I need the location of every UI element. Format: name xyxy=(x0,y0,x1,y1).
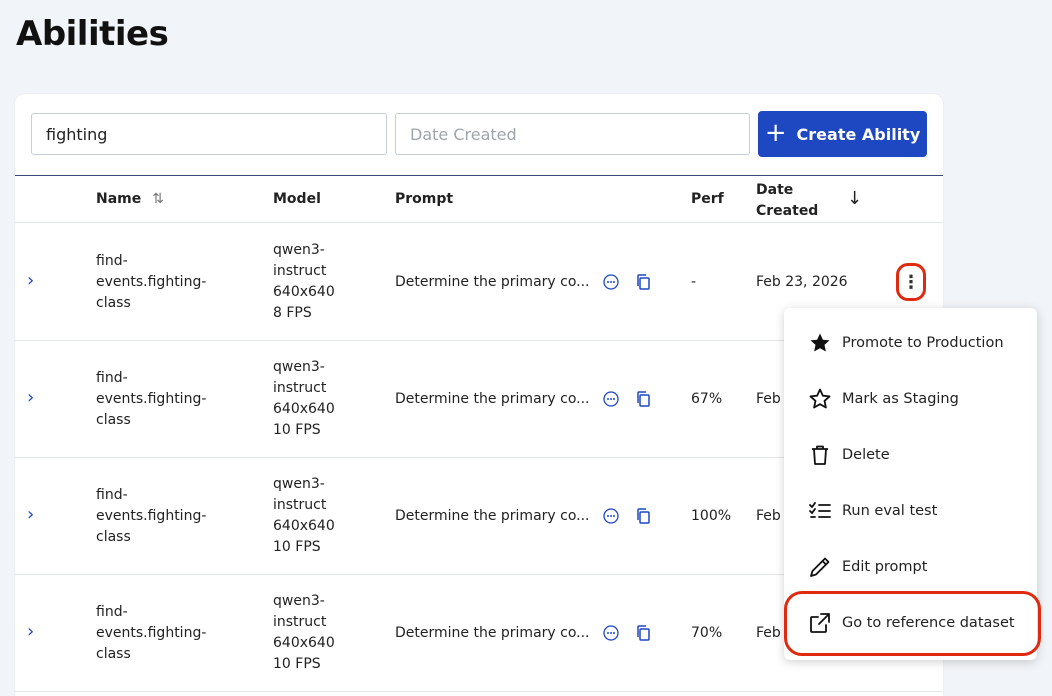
perf-value: 100% xyxy=(691,508,732,524)
perf-value: 67% xyxy=(691,391,723,407)
column-header-prompt: Prompt xyxy=(395,191,454,207)
sort-desc-arrow-icon[interactable]: ↓ xyxy=(847,188,862,209)
column-header-name[interactable]: Name ⇅ xyxy=(96,191,164,207)
date-created-filter[interactable]: Date Created xyxy=(395,113,750,155)
more-horizontal-circle-icon[interactable] xyxy=(603,391,619,407)
row-actions-kebab-icon[interactable]: ⋮ xyxy=(896,263,926,301)
sort-icon[interactable]: ⇅ xyxy=(152,191,164,207)
star-filled-icon xyxy=(810,333,830,352)
ability-name: find-events.fighting-class xyxy=(96,370,207,428)
prompt-preview: Determine the primary co... xyxy=(395,274,590,290)
table-header: Name ⇅ Model Prompt Perf Date Created ↓ xyxy=(15,175,943,223)
perf-value: 70% xyxy=(691,625,723,641)
ability-name: find-events.fighting-class xyxy=(96,604,207,662)
column-header-perf: Perf xyxy=(691,191,724,207)
model-info: qwen3- instruct 640x640 10 FPS xyxy=(273,476,335,555)
prompt-preview: Determine the primary co... xyxy=(395,391,590,407)
page-title: Abilities xyxy=(16,14,169,54)
prompt-preview: Determine the primary co... xyxy=(395,625,590,641)
expand-chevron-icon[interactable]: › xyxy=(27,621,34,642)
model-info: qwen3- instruct 640x640 10 FPS xyxy=(273,593,335,672)
plus-icon: + xyxy=(764,118,787,148)
copy-icon[interactable] xyxy=(635,507,651,525)
menu-item-mark-as-staging[interactable]: Mark as Staging xyxy=(784,371,1037,427)
expand-chevron-icon[interactable]: › xyxy=(27,504,34,525)
highlight-annotation xyxy=(784,591,1041,656)
copy-icon[interactable] xyxy=(635,273,651,291)
column-header-model: Model xyxy=(273,191,321,207)
model-info: qwen3- instruct 640x640 10 FPS xyxy=(273,359,335,438)
date-created-value: Feb xyxy=(756,391,781,407)
more-horizontal-circle-icon[interactable] xyxy=(603,625,619,641)
create-ability-button[interactable]: + Create Ability xyxy=(758,111,927,157)
more-horizontal-circle-icon[interactable] xyxy=(603,508,619,524)
star-outline-icon xyxy=(809,388,831,409)
copy-icon[interactable] xyxy=(635,624,651,642)
date-created-value: Feb xyxy=(756,508,781,524)
model-info: qwen3- instruct 640x640 8 FPS xyxy=(273,242,335,321)
perf-value: - xyxy=(691,274,697,290)
more-horizontal-circle-icon[interactable] xyxy=(603,274,619,290)
expand-chevron-icon[interactable]: › xyxy=(27,270,34,291)
prompt-preview: Determine the primary co... xyxy=(395,508,590,524)
trash-icon xyxy=(812,445,828,465)
ability-name: find-events.fighting-class xyxy=(96,487,207,545)
copy-icon[interactable] xyxy=(635,390,651,408)
create-ability-label: Create Ability xyxy=(796,124,921,144)
menu-item-promote-to-production[interactable]: Promote to Production xyxy=(784,315,1037,371)
pencil-icon xyxy=(810,557,830,577)
column-header-date[interactable]: Date Created xyxy=(756,180,818,222)
expand-chevron-icon[interactable]: › xyxy=(27,387,34,408)
menu-item-edit-prompt[interactable]: Edit prompt xyxy=(784,539,1037,595)
date-created-value: Feb 23, 2026 xyxy=(756,274,848,290)
menu-item-delete[interactable]: Delete xyxy=(784,427,1037,483)
ability-name: find-events.fighting-class xyxy=(96,253,207,311)
checklist-icon xyxy=(809,502,831,518)
menu-item-run-eval-test[interactable]: Run eval test xyxy=(784,483,1037,539)
search-input[interactable]: fighting xyxy=(31,113,387,155)
date-created-value: Feb xyxy=(756,625,781,641)
